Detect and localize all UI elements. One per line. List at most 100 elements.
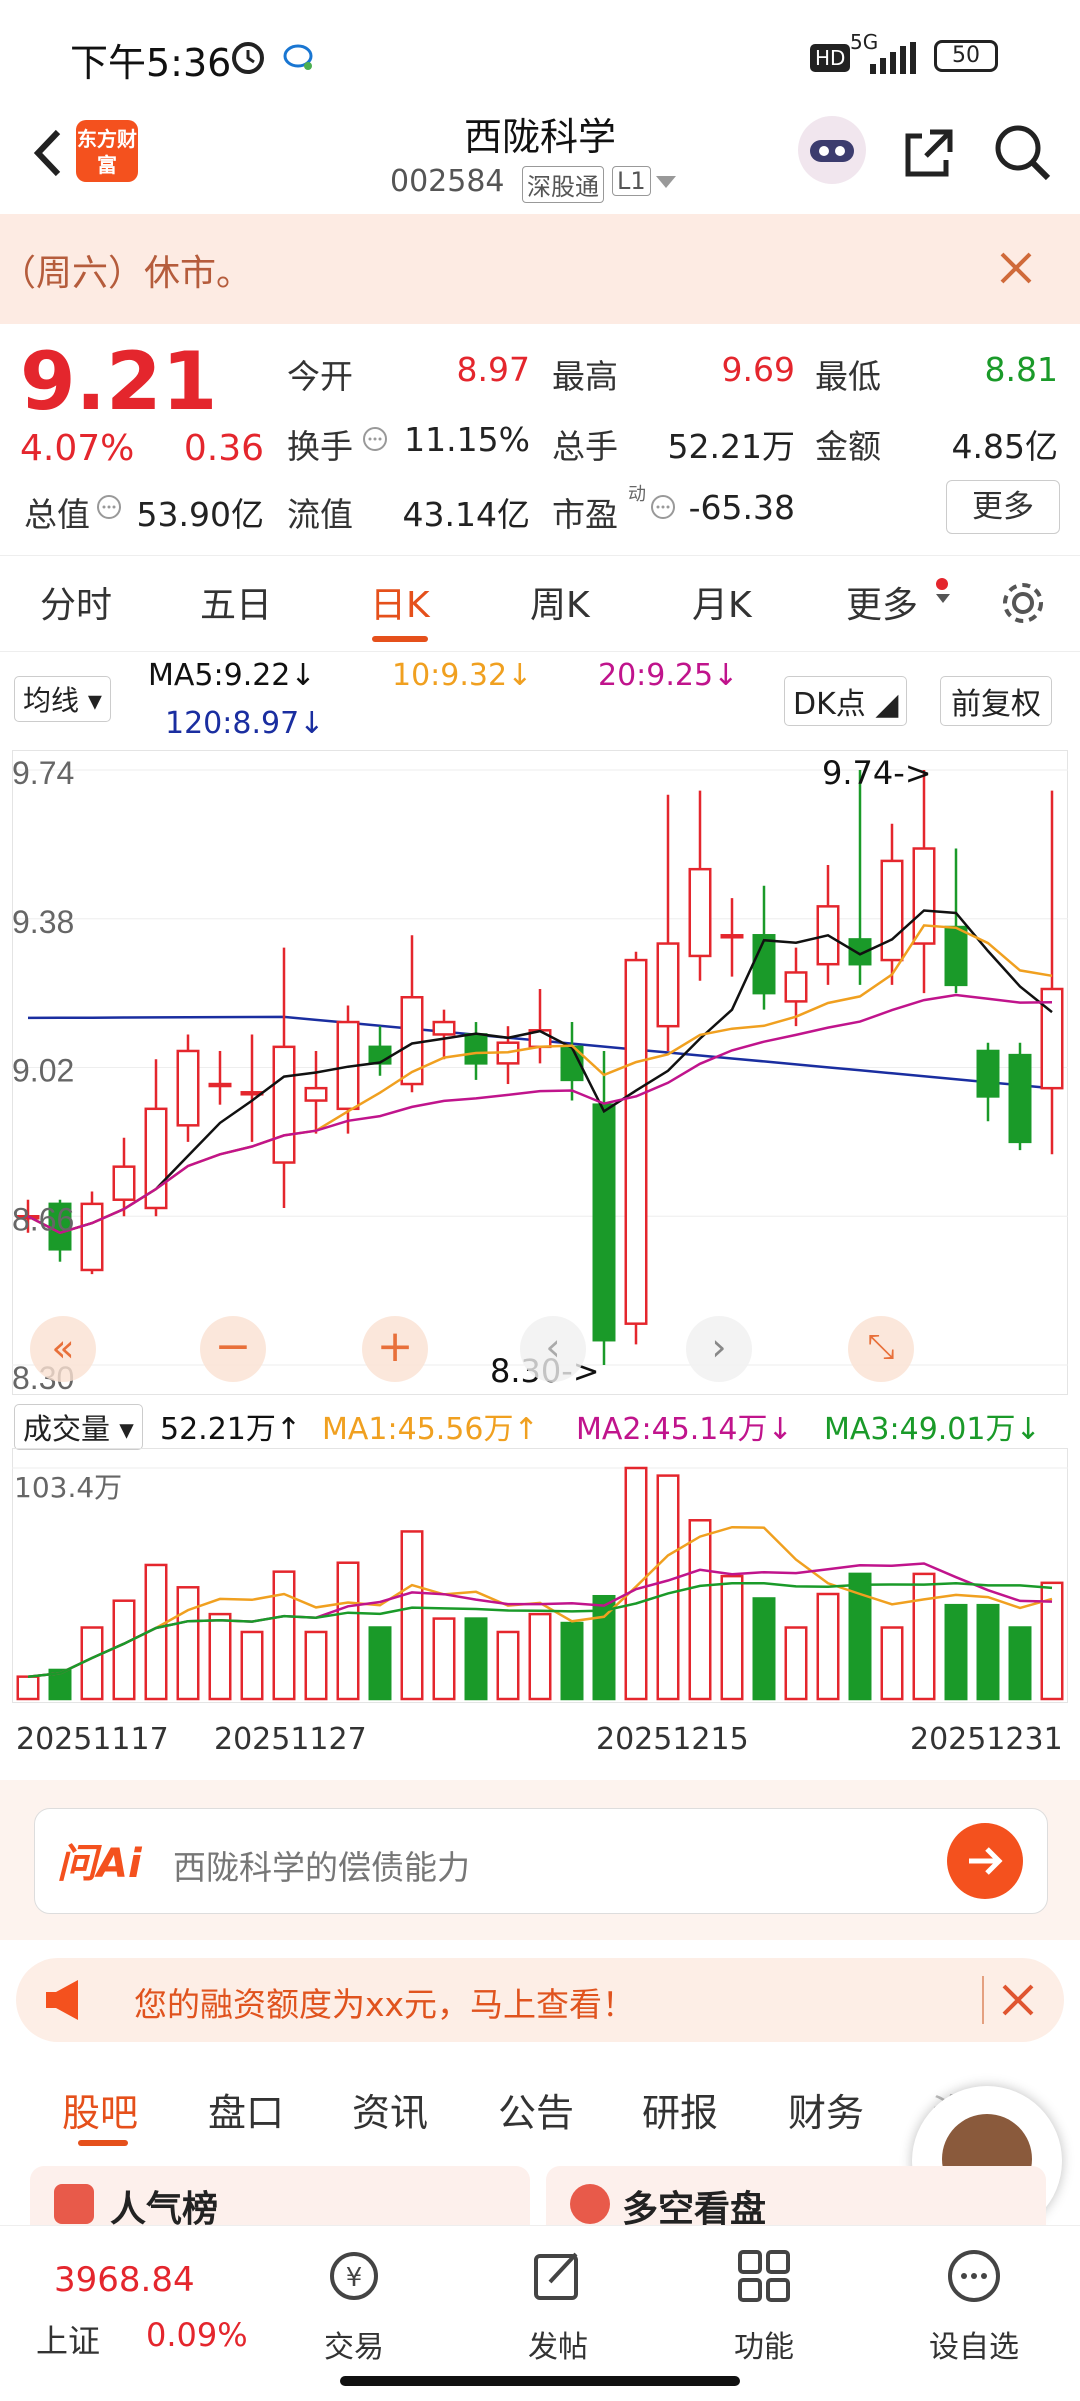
close-icon[interactable] — [998, 250, 1034, 286]
popularity-card[interactable]: 人气榜 — [30, 2166, 530, 2230]
share-icon[interactable] — [900, 124, 958, 182]
tab-five-day[interactable]: 五日 — [200, 576, 272, 628]
candle — [912, 770, 936, 994]
settings-gear-icon[interactable] — [998, 578, 1048, 628]
candle — [624, 951, 648, 1345]
volume-bar — [336, 1561, 360, 1701]
volume-bar — [688, 1519, 712, 1701]
bottom-nav: 3968.84 上证 0.09% ¥ 交易 发帖 功能 设自选 — [0, 2225, 1080, 2401]
turnover-value: 11.15% — [404, 420, 530, 459]
ma-selector[interactable]: 均线 ▾ — [14, 676, 111, 722]
info-icon[interactable] — [362, 426, 388, 452]
prev-button[interactable]: ‹ — [520, 1316, 586, 1382]
subtab-research[interactable]: 研报 — [642, 2082, 718, 2137]
volume-bar — [400, 1530, 424, 1701]
subtab-news[interactable]: 资讯 — [352, 2082, 428, 2137]
volume-bar — [432, 1617, 456, 1701]
margin-promo-banner[interactable]: 您的融资额度为xx元，马上查看！ — [16, 1958, 1064, 2042]
volume-chart[interactable] — [12, 1448, 1068, 1703]
hd-badge: HD — [810, 44, 851, 72]
volume-bar — [656, 1474, 680, 1701]
chart-grid — [12, 769, 1068, 1366]
index-value[interactable]: 3968.84 — [54, 2260, 195, 2300]
active-tab-indicator — [372, 636, 428, 642]
subtab-finance[interactable]: 财务 — [788, 2082, 864, 2137]
nav-post[interactable]: 发帖 — [488, 2322, 628, 2366]
volume-bar — [944, 1603, 968, 1701]
tag-l1: L1 — [612, 166, 651, 196]
volume-bar — [80, 1626, 104, 1701]
compose-icon[interactable] — [528, 2246, 588, 2306]
tab-daily-k[interactable]: 日K — [370, 576, 430, 628]
dk-point-button[interactable]: DK点 ◢ — [784, 676, 908, 726]
y-tick-label: 9.38 — [12, 904, 74, 940]
subtab-indicator — [78, 2140, 128, 2146]
bull-bear-card[interactable]: 多空看盘 — [546, 2166, 1046, 2230]
tab-intraday[interactable]: 分时 — [40, 576, 112, 628]
candle — [80, 1191, 104, 1275]
tab-weekly-k[interactable]: 周K — [530, 576, 590, 628]
trade-icon[interactable]: ¥ — [324, 2246, 384, 2306]
volume-bar — [880, 1626, 904, 1701]
candlestick-chart[interactable]: 9.749.389.028.668.30 — [12, 750, 1068, 1395]
ma120-legend: 120:8.97↓ — [165, 706, 325, 741]
amount-value: 4.85亿 — [951, 427, 1058, 466]
candle — [240, 1034, 264, 1142]
ma5-legend: MA5:9.22↓ — [148, 658, 316, 693]
svg-text:¥: ¥ — [346, 2263, 363, 2293]
candle — [656, 794, 680, 1051]
vs-icon — [570, 2184, 610, 2224]
info-icon[interactable] — [96, 494, 122, 520]
volume-bar — [720, 1574, 744, 1701]
next-button[interactable]: › — [686, 1316, 752, 1382]
zoom-out-button[interactable]: − — [200, 1316, 266, 1382]
scroll-left-button[interactable]: « — [30, 1316, 96, 1382]
more-button[interactable]: 更多 — [946, 480, 1060, 534]
home-indicator — [340, 2376, 740, 2386]
ma20-legend: 20:9.25↓ — [598, 658, 739, 693]
x-label-1: 20251117 — [16, 1722, 169, 1757]
x-label-3: 20251215 — [596, 1722, 749, 1757]
candle — [176, 1034, 200, 1142]
tab-more[interactable]: 更多 — [846, 576, 918, 628]
subtab-announcements[interactable]: 公告 — [498, 2082, 574, 2137]
ai-search-bar[interactable]: 问Ai 西陇科学的偿债能力 — [34, 1808, 1048, 1914]
x-label-2: 20251127 — [214, 1722, 367, 1757]
fullscreen-icon[interactable]: ⤡ — [848, 1316, 914, 1382]
candle — [688, 790, 712, 981]
volume-bar — [912, 1572, 936, 1701]
adjust-button[interactable]: 前复权 — [940, 676, 1052, 726]
ai-submit-button[interactable] — [947, 1823, 1023, 1899]
volume-bar — [16, 1675, 40, 1701]
subtab-guba[interactable]: 股吧 — [62, 2082, 138, 2137]
dropdown-caret-icon[interactable] — [656, 176, 676, 190]
grid-functions-icon[interactable] — [734, 2246, 794, 2306]
index-change[interactable]: 0.09% — [146, 2316, 248, 2354]
tab-monthly-k[interactable]: 月K — [692, 576, 752, 628]
tag-shenguton: 深股通 — [522, 166, 604, 203]
float-value: 43.14亿 — [402, 495, 530, 534]
period-tabs: 分时 五日 日K 周K 月K 更多 — [0, 555, 1080, 652]
vol-ma1-legend: MA1:45.56万↑ — [322, 1412, 539, 1447]
candle — [1040, 790, 1064, 1155]
robot-avatar-icon[interactable] — [796, 114, 868, 186]
search-icon[interactable] — [990, 120, 1054, 184]
nav-functions[interactable]: 功能 — [694, 2322, 834, 2366]
zoom-in-button[interactable]: + — [362, 1316, 428, 1382]
index-name[interactable]: 上证 — [36, 2316, 100, 2362]
candle — [848, 770, 872, 985]
vol-ma3-legend: MA3:49.01万↓ — [824, 1412, 1041, 1447]
low-value: 8.81 — [984, 350, 1058, 389]
volume-label: 总手 — [552, 427, 618, 466]
turnover-label: 换手 — [287, 427, 353, 466]
pe-label: 市盈 — [552, 495, 618, 534]
close-icon[interactable] — [1000, 1982, 1036, 2018]
nav-add-watchlist[interactable]: 设自选 — [904, 2322, 1044, 2366]
subtab-pankou[interactable]: 盘口 — [208, 2082, 284, 2137]
battery-icon: 50 — [934, 40, 998, 72]
volume-selector[interactable]: 成交量 ▾ — [14, 1404, 143, 1450]
nav-trade[interactable]: 交易 — [284, 2322, 424, 2366]
candle — [1008, 1042, 1032, 1151]
info-icon[interactable] — [650, 494, 676, 520]
more-dots-icon[interactable] — [944, 2246, 1004, 2306]
